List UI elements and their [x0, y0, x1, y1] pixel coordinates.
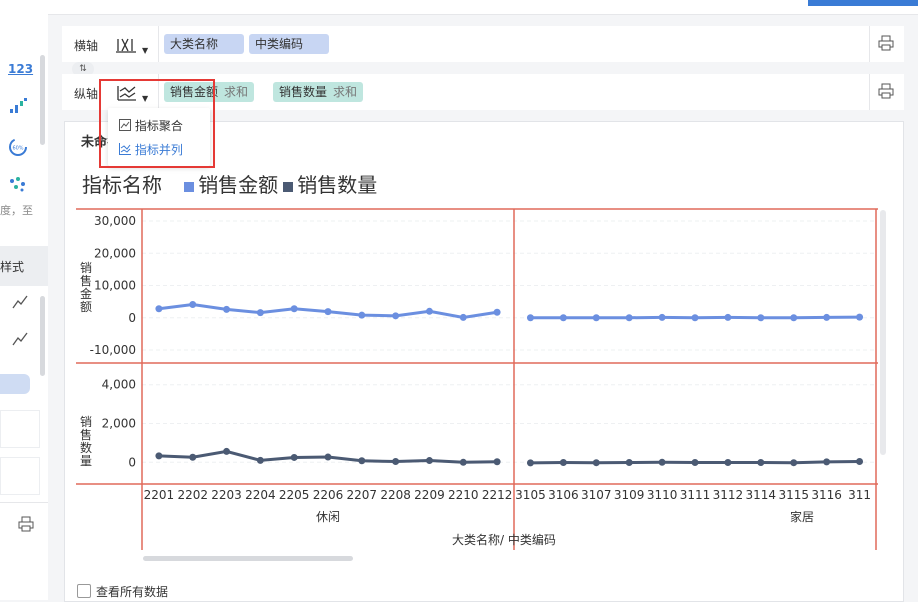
data-point: [425, 457, 433, 465]
data-point: [425, 307, 433, 315]
highlight-box: [99, 79, 215, 168]
data-point: [856, 313, 864, 321]
x-tick-label: 3114: [746, 488, 777, 502]
data-point: [290, 453, 298, 461]
data-point: [658, 313, 666, 321]
x-tick-label: 2201: [144, 488, 175, 502]
y-tick-label: 4,000: [102, 378, 136, 392]
x-tick-label: 3105: [515, 488, 546, 502]
data-point: [757, 458, 765, 466]
x-axis-title: 大类名称/ 中类编码: [452, 533, 556, 547]
data-point: [526, 459, 534, 467]
data-point: [757, 314, 765, 322]
y-tick-label: 0: [128, 455, 136, 469]
y-tick-label: 10,000: [94, 279, 136, 293]
y-axis-title-qty: 销售数量: [80, 415, 93, 468]
data-point: [324, 308, 332, 316]
data-point: [526, 314, 534, 322]
data-point: [592, 459, 600, 467]
x-tick-label: 2212: [482, 488, 513, 502]
y-tick-label: 30,000: [94, 214, 136, 228]
y-axis-title-amount: 销售金额: [80, 261, 93, 314]
y-tick-label: -10,000: [90, 343, 136, 357]
x-tick-label: 311: [848, 488, 871, 502]
x-tick-label: 2208: [380, 488, 411, 502]
x-tick-label: 3112: [713, 488, 744, 502]
x-tick-label: 3111: [680, 488, 711, 502]
data-point: [691, 314, 699, 322]
data-point: [559, 458, 567, 466]
data-point: [290, 305, 298, 313]
data-point: [256, 309, 264, 317]
data-point: [493, 458, 501, 466]
x-tick-label: 3110: [647, 488, 678, 502]
x-tick-label: 3115: [778, 488, 809, 502]
data-point: [155, 305, 163, 313]
x-tick-label: 3116: [811, 488, 842, 502]
x-tick-label: 3109: [614, 488, 645, 502]
data-point: [790, 459, 798, 467]
data-point: [625, 458, 633, 466]
data-point: [155, 452, 163, 460]
x-tick-label: 3106: [548, 488, 579, 502]
x-tick-label: 2203: [211, 488, 242, 502]
data-point: [459, 458, 467, 466]
data-point: [823, 458, 831, 466]
data-point: [724, 458, 732, 466]
view-all-checkbox[interactable]: [77, 584, 91, 598]
data-point: [324, 453, 332, 461]
data-point: [592, 314, 600, 322]
data-point: [625, 314, 633, 322]
y-tick-label: 0: [128, 311, 136, 325]
data-point: [392, 312, 400, 320]
chart-vertical-scrollbar[interactable]: [880, 210, 886, 455]
x-tick-label: 2209: [414, 488, 445, 502]
y-tick-label: 2,000: [102, 417, 136, 431]
data-point: [223, 305, 231, 313]
y-tick-label: 20,000: [94, 246, 136, 260]
data-point: [392, 458, 400, 466]
data-point: [559, 314, 567, 322]
x-tick-label: 2207: [347, 488, 378, 502]
data-point: [459, 313, 467, 321]
x-tick-label: 3107: [581, 488, 612, 502]
x-tick-label: 2202: [177, 488, 208, 502]
data-point: [823, 313, 831, 321]
data-point: [358, 457, 366, 465]
data-point: [223, 447, 231, 455]
data-point: [493, 308, 501, 316]
data-point: [189, 453, 197, 461]
data-point: [189, 301, 197, 309]
x-tick-label: 2210: [448, 488, 479, 502]
view-all-label: 查看所有数据: [96, 585, 169, 599]
chart-horizontal-scrollbar[interactable]: [143, 556, 353, 561]
x-group-label: 休闲: [316, 510, 341, 524]
x-tick-label: 2205: [279, 488, 310, 502]
data-point: [691, 458, 699, 466]
data-point: [658, 458, 666, 466]
data-point: [358, 311, 366, 319]
data-point: [790, 314, 798, 322]
data-point: [856, 458, 864, 466]
x-tick-label: 2206: [313, 488, 344, 502]
x-tick-label: 2204: [245, 488, 276, 502]
data-point: [724, 313, 732, 321]
data-point: [256, 456, 264, 464]
x-group-label: 家居: [790, 510, 815, 524]
